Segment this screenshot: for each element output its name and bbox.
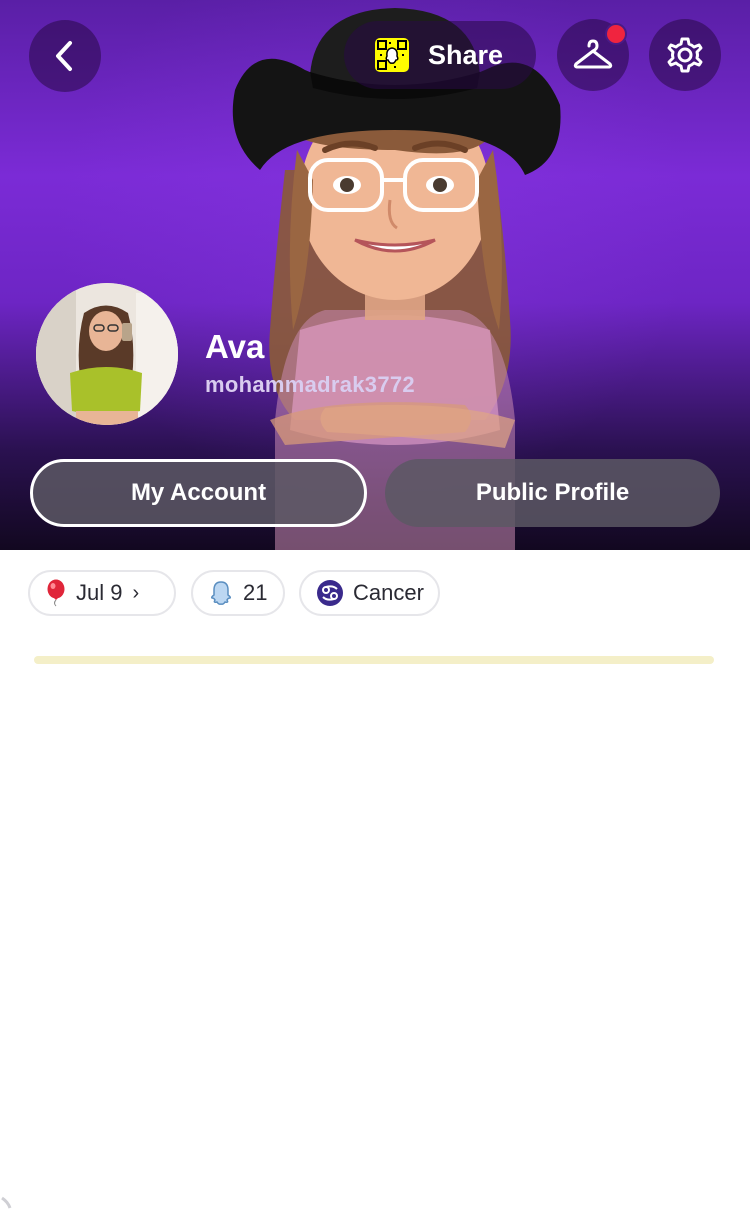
share-label: Share	[428, 39, 504, 70]
birthday-label: Jul 9	[76, 580, 123, 605]
friends-chip[interactable]: 21	[191, 570, 285, 616]
settings-button[interactable]	[649, 19, 721, 91]
my-account-button[interactable]: My Account	[30, 459, 367, 527]
birthday-chip[interactable]: Jul 9 ›	[28, 570, 176, 616]
public-profile-button[interactable]: Public Profile	[385, 459, 720, 527]
display-name: Ava	[205, 328, 265, 365]
username: mohammadrak3772	[205, 372, 415, 397]
profile-photo-image	[36, 283, 178, 425]
profile-photo[interactable]	[36, 283, 178, 425]
chevron-right-icon: ›	[132, 581, 140, 604]
share-button[interactable]: Share	[344, 21, 536, 89]
wardrobe-button[interactable]	[557, 19, 629, 91]
ghost-friends-icon	[209, 580, 233, 606]
back-button[interactable]	[29, 20, 101, 92]
profile-info-chips: Jul 9 › 21 Cancer	[0, 550, 750, 1209]
back-chevron-icon	[56, 41, 72, 71]
friends-count: 21	[243, 580, 268, 605]
snapcode-icon	[375, 38, 409, 72]
scroll-indicator	[1, 1196, 12, 1209]
zodiac-chip[interactable]: Cancer	[299, 570, 440, 616]
cancer-zodiac-icon	[317, 580, 343, 606]
balloon-icon	[46, 579, 66, 607]
profile-header-background: Share Ava mohammadrak3772 My Account Pub	[0, 0, 750, 550]
notification-dot	[605, 23, 627, 45]
hanger-icon	[573, 39, 613, 69]
gear-icon	[667, 37, 703, 73]
next-card-preview	[34, 656, 714, 664]
zodiac-label: Cancer	[353, 580, 424, 605]
